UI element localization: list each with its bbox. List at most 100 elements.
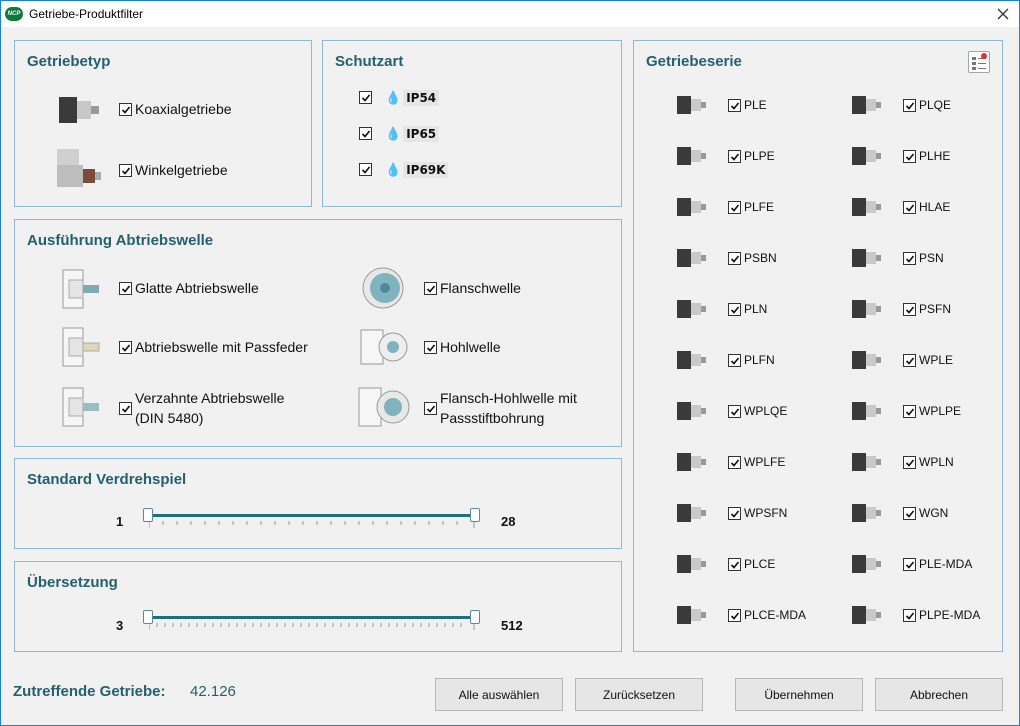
label-flansch-hohlwelle-line2: Passstiftbohrung <box>440 410 545 426</box>
ip-rating-label: IP65 <box>403 126 440 142</box>
water-drop-icon: 💧 <box>385 90 402 105</box>
series-label: WPLFE <box>744 455 786 469</box>
checkbox-series[interactable] <box>903 456 916 469</box>
checkbox-series[interactable] <box>903 558 916 571</box>
label-verzahnte-line2: (DIN 5480) <box>135 410 204 426</box>
ip65-badge: 💧 IP65 <box>385 125 440 143</box>
checkbox-series[interactable] <box>728 303 741 316</box>
apply-button[interactable]: Übernehmen <box>735 678 863 711</box>
reset-button[interactable]: Zurücksetzen <box>575 678 703 711</box>
coaxial-gearbox-icon <box>59 97 99 123</box>
gearbox-thumbnail-icon <box>852 606 881 624</box>
checkbox-series[interactable] <box>903 507 916 520</box>
checkbox-series[interactable] <box>728 252 741 265</box>
checkbox-flanschwelle[interactable] <box>424 282 437 295</box>
series-label: WPLQE <box>744 404 788 418</box>
checkbox-series[interactable] <box>903 99 916 112</box>
close-button[interactable] <box>993 4 1013 24</box>
checkbox-series[interactable] <box>903 150 916 163</box>
close-icon <box>997 8 1009 20</box>
label-koaxialgetriebe: Koaxialgetriebe <box>135 101 232 117</box>
gearbox-thumbnail-icon <box>677 555 706 573</box>
slider-max-value: 28 <box>501 514 516 529</box>
checkbox-ip69k[interactable] <box>359 163 372 176</box>
slider-max-handle[interactable] <box>470 508 480 522</box>
series-label: HLAE <box>919 200 951 214</box>
checkbox-series[interactable] <box>903 405 916 418</box>
angle-gearbox-icon <box>57 149 101 187</box>
slider-min-handle[interactable] <box>143 610 153 624</box>
gearbox-thumbnail-icon <box>852 504 881 522</box>
checkbox-hohlwelle[interactable] <box>424 341 437 354</box>
checkbox-series[interactable] <box>903 201 916 214</box>
checkbox-series[interactable] <box>903 609 916 622</box>
select-all-button[interactable]: Alle auswählen <box>435 678 563 711</box>
flange-hollow-shaft-icon <box>358 387 410 427</box>
checkbox-winkelgetriebe[interactable] <box>119 164 132 177</box>
select-list-icon[interactable] <box>968 51 990 73</box>
label-flanschwelle: Flanschwelle <box>440 280 521 296</box>
slider-min-handle[interactable] <box>143 508 153 522</box>
checkbox-series[interactable] <box>728 507 741 520</box>
slider-track[interactable] <box>149 514 475 517</box>
checkbox-series[interactable] <box>728 456 741 469</box>
checkbox-series[interactable] <box>728 150 741 163</box>
gearbox-thumbnail-icon <box>852 402 881 420</box>
label-glatte-abtriebswelle: Glatte Abtriebswelle <box>135 280 259 296</box>
gearbox-thumbnail-icon <box>852 555 881 573</box>
checkbox-series[interactable] <box>728 609 741 622</box>
ip54-badge: 💧 IP54 <box>385 89 440 107</box>
checkbox-glatte-abtriebswelle[interactable] <box>119 282 132 295</box>
checkbox-passfeder[interactable] <box>119 341 132 354</box>
checkbox-ip65[interactable] <box>359 127 372 140</box>
series-label: PLN <box>744 302 768 316</box>
water-drop-icon: 💧 <box>385 162 402 177</box>
checkbox-ip54[interactable] <box>359 91 372 104</box>
series-label: PLCE <box>744 557 776 571</box>
ip-rating-label: IP54 <box>403 90 440 106</box>
series-label: PSFN <box>919 302 952 316</box>
checkbox-series[interactable] <box>728 354 741 367</box>
slider-ticks <box>149 521 475 528</box>
gearbox-thumbnail-icon <box>852 147 881 165</box>
checkbox-series[interactable] <box>728 405 741 418</box>
filter-dialog: NCP Getriebe-Produktfilter Getriebetyp K… <box>0 0 1020 726</box>
gearbox-thumbnail-icon <box>677 96 706 114</box>
slider-min-value: 1 <box>116 514 124 529</box>
gearbox-thumbnail-icon <box>852 300 881 318</box>
panel-title: Getriebetyp <box>27 53 111 70</box>
gearbox-thumbnail-icon <box>677 402 706 420</box>
label-passfeder: Abtriebswelle mit Passfeder <box>135 339 308 355</box>
series-label: WPLN <box>919 455 954 469</box>
cancel-button[interactable]: Abbrechen <box>875 678 1003 711</box>
series-label: PLFE <box>744 200 775 214</box>
slider-max-handle[interactable] <box>470 610 480 624</box>
gearbox-thumbnail-icon <box>677 351 706 369</box>
panel-uebersetzung: Übersetzung 3 512 <box>14 561 622 652</box>
keyed-shaft-icon <box>62 327 100 367</box>
checkbox-series[interactable] <box>728 201 741 214</box>
series-label: WPLE <box>919 353 954 367</box>
checkbox-series[interactable] <box>728 99 741 112</box>
checkbox-koaxialgetriebe[interactable] <box>119 103 132 116</box>
window-title: Getriebe-Produktfilter <box>29 7 144 21</box>
series-label: PSBN <box>744 251 777 265</box>
gearbox-thumbnail-icon <box>677 198 706 216</box>
checkbox-series[interactable] <box>903 252 916 265</box>
series-label: PLPE-MDA <box>919 608 981 622</box>
checkbox-series[interactable] <box>728 558 741 571</box>
series-label: PLHE <box>919 149 951 163</box>
slider-max-value: 512 <box>501 618 523 633</box>
splined-shaft-icon <box>62 387 99 427</box>
checkbox-series[interactable] <box>903 303 916 316</box>
gearbox-thumbnail-icon <box>852 351 881 369</box>
checkbox-series[interactable] <box>903 354 916 367</box>
result-count: 42.126 <box>190 683 236 700</box>
gearbox-thumbnail-icon <box>677 300 706 318</box>
panel-title: Ausführung Abtriebswelle <box>27 232 214 249</box>
hollow-shaft-icon <box>360 329 408 365</box>
slider-track[interactable] <box>149 616 475 619</box>
checkbox-verzahnte-abtriebswelle[interactable] <box>119 402 132 415</box>
gearbox-thumbnail-icon <box>677 453 706 471</box>
checkbox-flansch-hohlwelle[interactable] <box>424 402 437 415</box>
